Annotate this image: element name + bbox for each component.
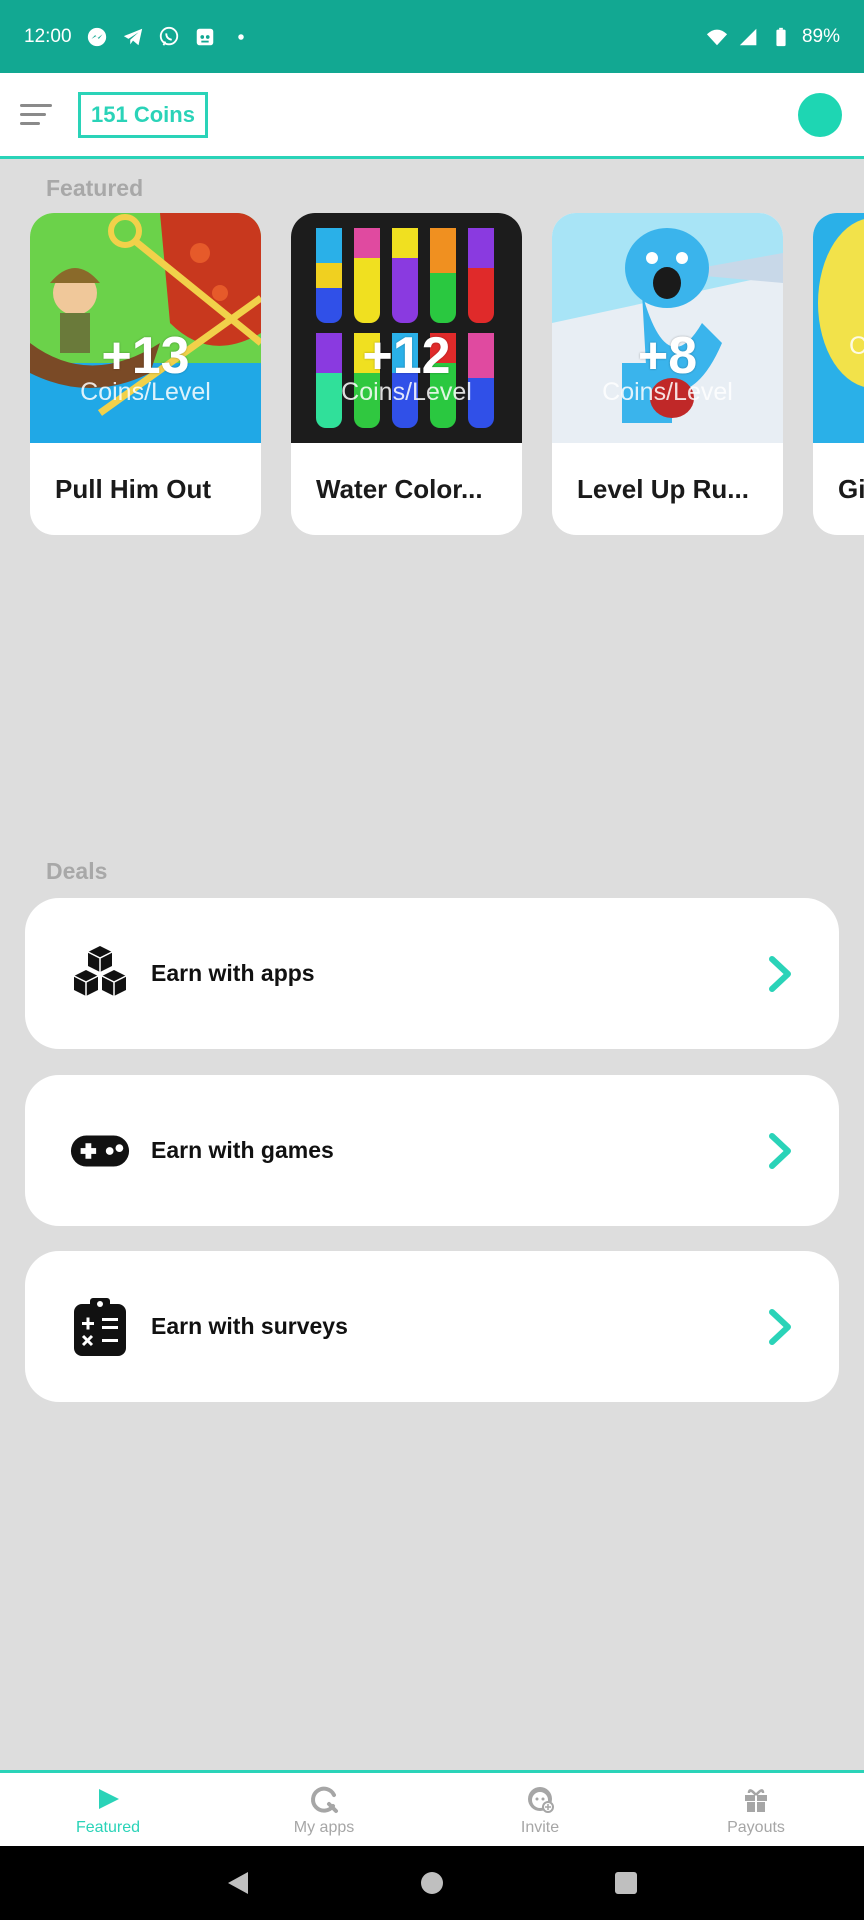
refresh-icon bbox=[308, 1783, 340, 1815]
bottom-nav: Featured My apps Invite Payouts bbox=[0, 1770, 864, 1846]
card-title: Level Up Ru... bbox=[577, 473, 749, 504]
nav-label: My apps bbox=[293, 1818, 355, 1836]
system-nav-bar bbox=[0, 1846, 864, 1920]
game-thumbnail: +12 Coins/Level bbox=[291, 213, 522, 443]
viber-icon bbox=[159, 26, 178, 46]
deals-section-label: Deals bbox=[46, 858, 108, 884]
nav-label: Invite bbox=[520, 1818, 560, 1836]
deal-label: Earn with apps bbox=[151, 960, 315, 986]
featured-carousel[interactable]: +13 Coins/Level Pull Him Out +12 Coins/L… bbox=[30, 213, 864, 537]
dot-icon bbox=[237, 33, 244, 40]
coins-balance[interactable]: 151 Coins bbox=[78, 91, 208, 138]
status-time: 12:00 bbox=[24, 25, 72, 47]
deal-label: Earn with games bbox=[151, 1137, 334, 1163]
home-icon[interactable] bbox=[420, 1871, 444, 1895]
chevron-right-icon bbox=[759, 1131, 799, 1171]
battery-icon bbox=[776, 27, 786, 46]
status-bar: 12:00 89% bbox=[0, 0, 864, 73]
chevron-right-icon bbox=[759, 954, 799, 994]
nav-item-featured[interactable]: Featured bbox=[0, 1773, 216, 1846]
deal-earn-with-games[interactable]: Earn with games bbox=[25, 1075, 839, 1226]
nav-item-my-apps[interactable]: My apps bbox=[216, 1773, 432, 1846]
chevron-right-icon bbox=[759, 1307, 799, 1347]
cubes-icon bbox=[69, 943, 131, 1005]
featured-card[interactable]: +12 Coins/Level Water Color... bbox=[291, 213, 522, 535]
nav-label: Payouts bbox=[727, 1818, 785, 1836]
card-title: Water Color... bbox=[316, 473, 483, 504]
featured-card[interactable]: +8 Coins/Level Level Up Ru... bbox=[552, 213, 783, 535]
calendar-app-icon bbox=[196, 28, 213, 45]
card-title: Pull Him Out bbox=[55, 473, 211, 504]
battery-percent: 89% bbox=[801, 25, 840, 47]
invite-face-icon bbox=[524, 1783, 556, 1815]
wifi-icon bbox=[706, 29, 728, 45]
game-thumbnail: C bbox=[813, 213, 864, 443]
avatar[interactable] bbox=[798, 92, 842, 137]
recents-icon[interactable] bbox=[614, 1871, 638, 1895]
gift-icon bbox=[740, 1783, 772, 1815]
menu-icon[interactable] bbox=[20, 95, 60, 135]
deal-earn-with-apps[interactable]: Earn with apps bbox=[25, 898, 839, 1049]
featured-card[interactable]: +13 Coins/Level Pull Him Out bbox=[30, 213, 261, 535]
nav-label: Featured bbox=[75, 1818, 141, 1836]
game-thumbnail: +13 Coins/Level bbox=[30, 213, 261, 443]
telegram-icon bbox=[123, 28, 142, 45]
play-icon bbox=[92, 1783, 124, 1815]
nav-item-invite[interactable]: Invite bbox=[432, 1773, 648, 1846]
deal-label: Earn with surveys bbox=[151, 1313, 348, 1339]
app-bar: 151 Coins bbox=[0, 73, 864, 159]
coins-per-level: C bbox=[849, 332, 864, 360]
coins-per-level: +8 Coins/Level bbox=[602, 327, 733, 406]
featured-section-label: Featured bbox=[46, 175, 144, 201]
nav-item-payouts[interactable]: Payouts bbox=[648, 1773, 864, 1846]
back-icon[interactable] bbox=[226, 1870, 250, 1896]
card-title: Gi bbox=[838, 473, 864, 504]
game-thumbnail: +8 Coins/Level bbox=[552, 213, 783, 443]
signal-icon bbox=[739, 28, 757, 45]
deal-earn-with-surveys[interactable]: Earn with surveys bbox=[25, 1251, 839, 1402]
coins-per-level: +13 Coins/Level bbox=[80, 327, 211, 406]
featured-card[interactable]: C Gi bbox=[813, 213, 864, 535]
messenger-icon bbox=[87, 27, 106, 46]
clipboard-icon bbox=[69, 1296, 131, 1358]
gamepad-icon bbox=[69, 1120, 131, 1182]
coins-per-level: +12 Coins/Level bbox=[341, 327, 472, 406]
